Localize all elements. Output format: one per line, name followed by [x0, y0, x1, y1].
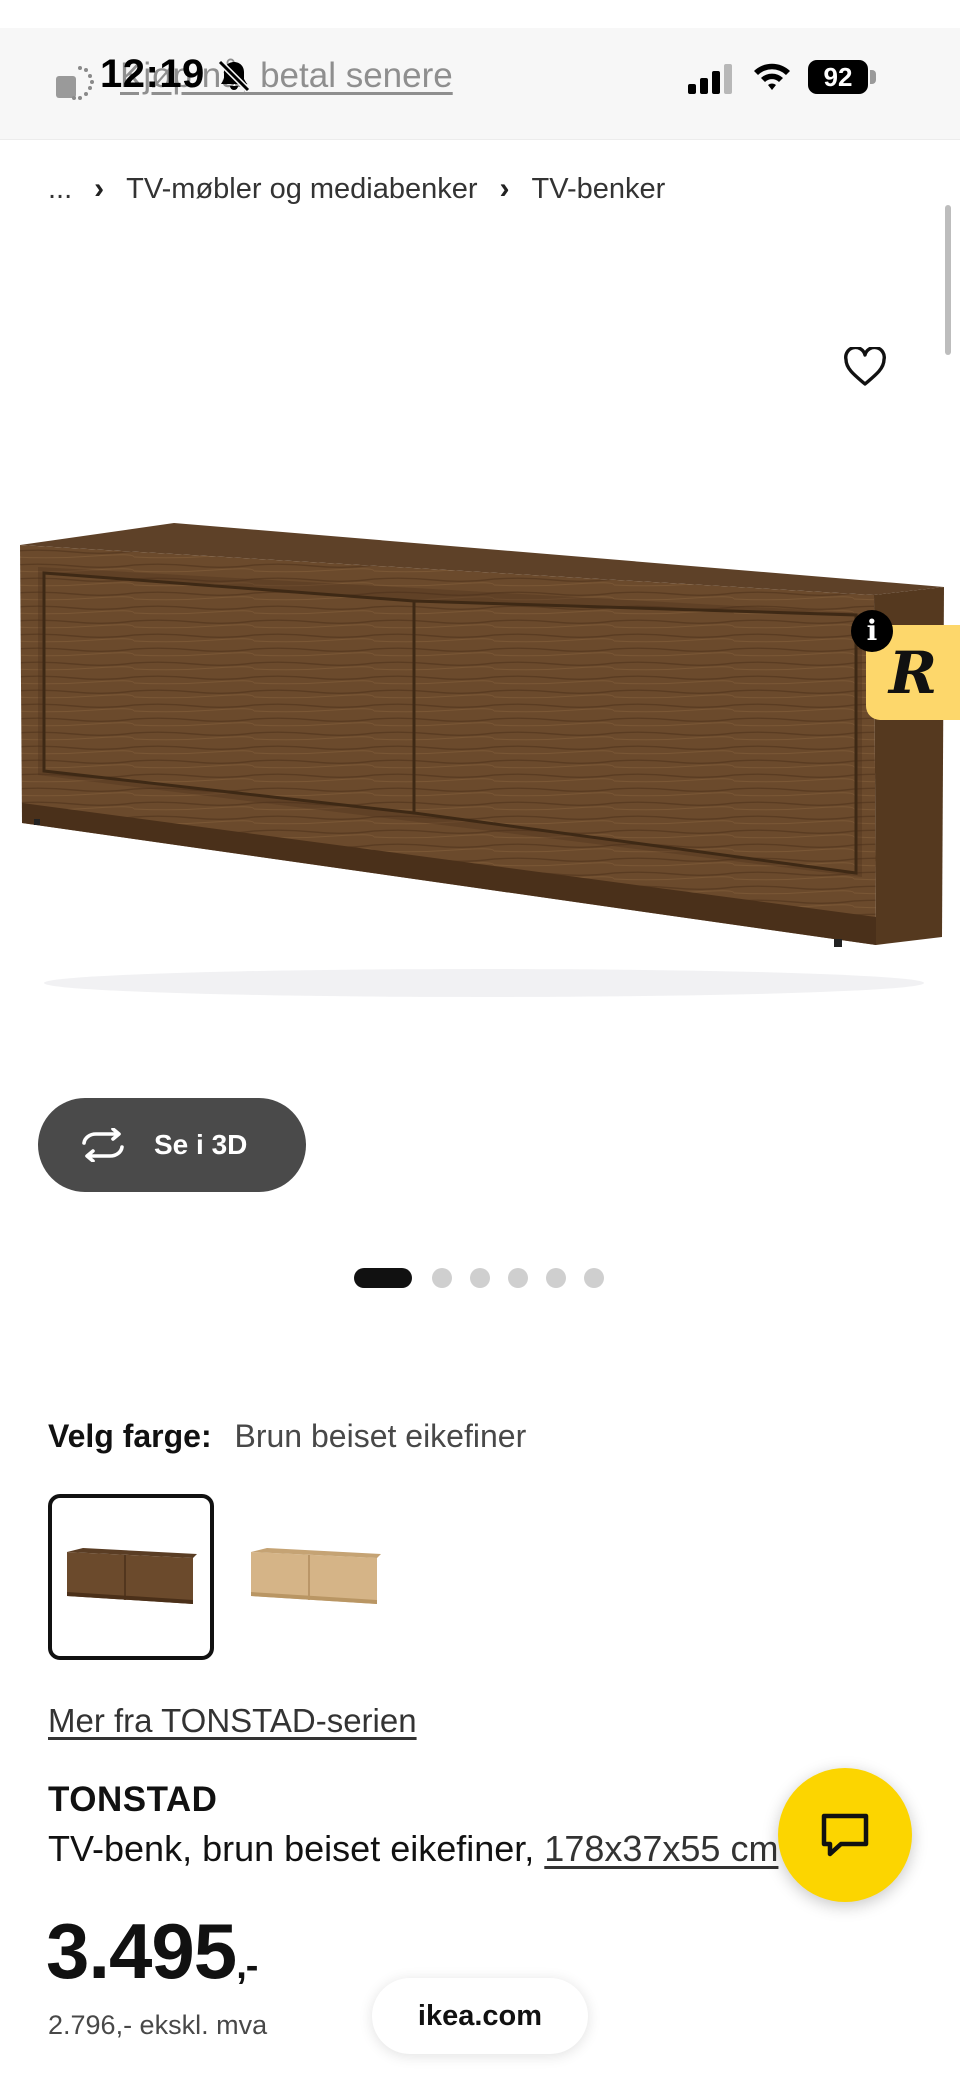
product-description: TV-benk, brun beiset eikefiner, 178x37x5… [48, 1828, 778, 1870]
color-label: Velg farge: [48, 1418, 212, 1454]
carousel-dot-6[interactable] [584, 1268, 604, 1288]
carousel-dot-3[interactable] [470, 1268, 490, 1288]
carousel-dot-4[interactable] [508, 1268, 528, 1288]
breadcrumb-tv-furniture[interactable]: TV-møbler og mediabenker [126, 173, 477, 206]
breadcrumb-ellipsis[interactable]: ... [48, 173, 72, 206]
cellular-signal-icon [688, 64, 732, 94]
status-time: 12:19 [100, 52, 205, 96]
browser-url-pill[interactable]: ikea.com [372, 1978, 588, 2054]
rotate-3d-icon [82, 1128, 124, 1162]
carousel-dot-5[interactable] [546, 1268, 566, 1288]
product-name: TONSTAD [48, 1780, 218, 1819]
battery-nub [870, 70, 876, 84]
color-selector-heading: Velg farge: Brun beiset eikefiner [48, 1418, 526, 1455]
carousel-dot-2[interactable] [432, 1268, 452, 1288]
product-dimensions-link[interactable]: 178x37x55 cm [544, 1828, 778, 1869]
promo-basket-icon [56, 66, 94, 100]
view-in-3d-label: Se i 3D [154, 1129, 248, 1160]
chevron-right-icon: › [94, 172, 105, 205]
chat-button[interactable] [778, 1768, 912, 1902]
heart-icon [844, 347, 886, 386]
view-in-3d-button[interactable]: Se i 3D [38, 1098, 306, 1192]
breadcrumb: ... › TV-møbler og mediabenker › TV-benk… [48, 172, 665, 206]
product-price: 3.495,- [46, 1906, 258, 1997]
series-link[interactable]: Mer fra TONSTAD-serien [48, 1702, 417, 1740]
color-value: Brun beiset eikefiner [234, 1418, 527, 1454]
price-main: 3.495 [46, 1907, 237, 1995]
chat-bubble-icon [821, 1813, 869, 1857]
swatch-thumbnail-oak [251, 1548, 381, 1604]
chevron-right-icon: › [499, 172, 510, 205]
wifi-icon [754, 63, 790, 90]
price-suffix: ,- [236, 1945, 258, 1987]
swatch-thumbnail-brown [67, 1548, 197, 1604]
scrollbar[interactable] [945, 205, 951, 355]
color-swatch-brown[interactable] [48, 1494, 214, 1660]
bell-off-icon [217, 59, 251, 93]
info-badge[interactable]: i [851, 610, 893, 652]
favorite-button[interactable] [838, 340, 892, 394]
carousel-dot-1[interactable] [354, 1268, 412, 1288]
product-description-text: TV-benk, brun beiset eikefiner, [48, 1828, 535, 1869]
product-image[interactable] [14, 505, 954, 1005]
battery-indicator: 92 [808, 60, 868, 94]
color-swatch-oak[interactable] [232, 1494, 398, 1660]
carousel-pagination [354, 1268, 622, 1288]
price-ex-vat: 2.796,- ekskl. mva [48, 2010, 268, 2040]
breadcrumb-tv-benches[interactable]: TV-benker [532, 173, 666, 206]
